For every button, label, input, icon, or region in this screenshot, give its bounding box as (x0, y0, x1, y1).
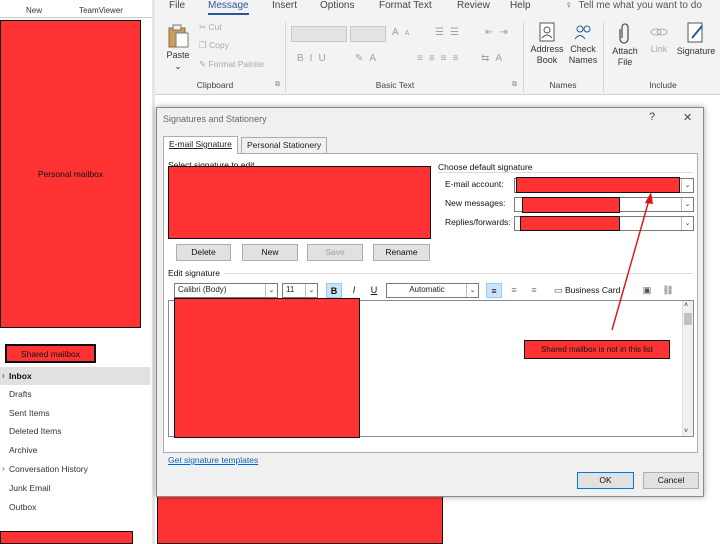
tab-email-signature-label: E-mail Signature (169, 139, 232, 149)
tab-email-signature[interactable]: E-mail Signature (163, 136, 238, 154)
annotation-arrow (611, 192, 653, 331)
